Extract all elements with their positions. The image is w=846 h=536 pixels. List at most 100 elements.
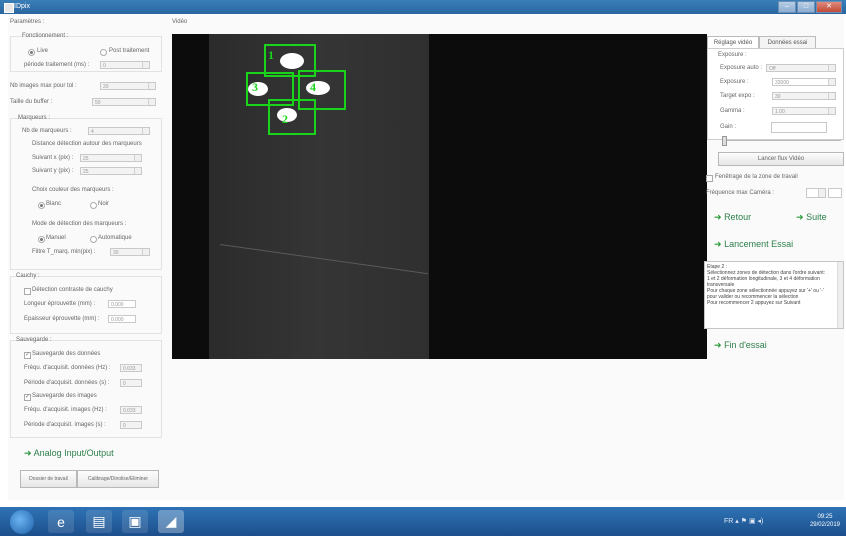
- gain-input[interactable]: [771, 122, 827, 133]
- video-view[interactable]: 1 2 3 4: [172, 34, 707, 359]
- marker-number: 1: [268, 48, 274, 62]
- ie-icon[interactable]: e: [48, 510, 74, 533]
- app-taskbar-icon[interactable]: ◢: [158, 510, 184, 533]
- distance-heading: Distance détection autour des marqueurs: [32, 141, 142, 147]
- marker-number: 4: [310, 80, 316, 94]
- tray-icons: FR ▴ ⚑ ▣ ◂): [724, 518, 764, 525]
- target-expo-label: Target expo :: [720, 93, 755, 99]
- fin-essai-button[interactable]: ➜ Fin d'essai: [714, 340, 767, 351]
- frequence-input-2[interactable]: [828, 188, 842, 198]
- window-title: IDpix: [14, 3, 30, 10]
- radio-live[interactable]: [28, 49, 35, 56]
- analog-io-link[interactable]: ➜ Analog Input/Output: [24, 448, 114, 459]
- radio-post-label: Post traitement: [109, 48, 150, 54]
- marqueurs-heading: Marqueurs :: [18, 115, 51, 121]
- suivant-x-input[interactable]: 25: [80, 154, 142, 162]
- target-expo-input[interactable]: 30: [772, 92, 836, 100]
- lancer-flux-video-button[interactable]: Lancer flux Vidéo: [718, 152, 844, 166]
- frequence-input[interactable]: [806, 188, 826, 198]
- green-arrow-icon: ➜: [714, 239, 722, 249]
- epaisseur-label: Epaisseur éprouvette (mm) :: [24, 316, 100, 322]
- log-scrollbar[interactable]: [837, 262, 843, 328]
- radio-post-traitement[interactable]: [100, 49, 107, 56]
- radio-manuel[interactable]: [38, 236, 45, 243]
- radio-blanc[interactable]: [38, 202, 45, 209]
- freq-images-input[interactable]: 0.033: [120, 406, 142, 414]
- longueur-input[interactable]: 0.000: [108, 300, 136, 308]
- gamma-input[interactable]: 1.00: [772, 107, 836, 115]
- save-images-label: Sauvegarde des images: [32, 393, 97, 399]
- save-donnees-label: Sauvegarde des données: [32, 351, 101, 357]
- radio-blanc-label: Blanc: [46, 201, 62, 207]
- frequence-label: Fréquence max Caméra :: [706, 190, 775, 196]
- minimize-button[interactable]: –: [778, 1, 796, 13]
- mode-detection-heading: Mode de détection des marqueurs :: [32, 221, 127, 227]
- dossier-travail-button[interactable]: Dossier de travail: [20, 470, 77, 488]
- lancement-essai-button[interactable]: ➜ Lancement Essai: [714, 239, 793, 250]
- video-label: Vidéo: [172, 19, 188, 25]
- periode-label: période traitement (ms) :: [24, 62, 90, 68]
- taille-buffer-input[interactable]: 50: [92, 98, 156, 106]
- cauchy-checkbox[interactable]: [24, 288, 31, 295]
- periode-donnees-input[interactable]: 0: [120, 379, 142, 387]
- cauchy-heading: Cauchy :: [16, 273, 40, 279]
- longueur-label: Longeur éprouvette (mm) :: [24, 301, 96, 307]
- filtre-input[interactable]: 30: [110, 248, 150, 256]
- fenetrage-label: Fenêtrage de la zone de travail: [715, 174, 798, 180]
- radio-automatique[interactable]: [90, 236, 97, 243]
- save-donnees-checkbox[interactable]: [24, 351, 31, 359]
- calibrage-button[interactable]: Calibrage/Dinolise/Eliminer: [77, 470, 159, 488]
- marker-number: 3: [252, 80, 258, 94]
- media-icon[interactable]: ▣: [122, 510, 148, 533]
- freq-donnees-label: Fréqu. d'acquisit. données (Hz) :: [24, 365, 111, 371]
- cauchy-check-label: Détection contraste de cauchy: [32, 287, 113, 293]
- exposure-auto-select[interactable]: Off: [766, 64, 836, 72]
- green-arrow-icon: ➜: [714, 340, 722, 350]
- nb-marqueurs-label: Nb de marqueurs :: [22, 128, 72, 134]
- instructions-text: Etape 2 : Sélectionnez zones de détectio…: [707, 264, 825, 306]
- nb-images-input[interactable]: 20: [100, 82, 156, 90]
- app-window: Paramètres : Fonctionnement : Live Post …: [8, 14, 844, 500]
- taille-buffer-label: Taille du buffer :: [10, 99, 53, 105]
- close-button[interactable]: ✕: [816, 1, 842, 13]
- green-arrow-icon: ➜: [24, 448, 32, 458]
- nb-marqueurs-input[interactable]: 4: [88, 127, 150, 135]
- radio-noir[interactable]: [90, 202, 97, 209]
- gamma-label: Gamma :: [720, 108, 745, 114]
- clock[interactable]: 09:25 29/02/2019: [810, 513, 840, 529]
- start-button[interactable]: [10, 510, 34, 534]
- exposure-input[interactable]: 33000: [772, 78, 836, 86]
- retour-button[interactable]: ➜ Retour: [714, 212, 751, 223]
- freq-images-label: Fréqu. d'acquisit. images (Hz) :: [24, 407, 107, 413]
- folder-icon[interactable]: ▤: [86, 510, 112, 533]
- green-arrow-icon: ➜: [714, 212, 722, 222]
- fonctionnement-heading: Fonctionnement :: [22, 33, 69, 39]
- freq-donnees-input[interactable]: 0.033: [120, 364, 142, 372]
- gain-label: Gain :: [720, 124, 737, 130]
- maximize-button[interactable]: □: [797, 1, 815, 13]
- exposure-label: Exposure :: [720, 79, 749, 85]
- chevron-down-icon: [828, 65, 835, 71]
- suite-button[interactable]: ➜ Suite: [796, 212, 827, 223]
- save-images-checkbox[interactable]: [24, 393, 31, 401]
- suivant-x-label: Suivant x (pix) :: [32, 155, 74, 161]
- sauvegarde-heading: Sauvegarde :: [16, 337, 52, 343]
- gain-slider-track[interactable]: [723, 140, 841, 141]
- exposure-heading: Exposure :: [718, 52, 747, 58]
- filtre-label: Filtre T_marq. min(pix) :: [32, 249, 96, 255]
- green-arrow-icon: ➜: [796, 212, 804, 222]
- periode-images-label: Période d'acquisit. images (s) :: [24, 422, 106, 428]
- periode-images-input[interactable]: 0: [120, 421, 142, 429]
- lang-indicator[interactable]: FR: [724, 518, 733, 525]
- suivant-y-input[interactable]: 25: [80, 167, 142, 175]
- periode-donnees-label: Période d'acquisit. données (s) :: [24, 380, 110, 386]
- instructions-log[interactable]: Etape 2 : Sélectionnez zones de détectio…: [704, 261, 844, 329]
- nb-images-label: Nb images max pour tol :: [10, 83, 77, 89]
- radio-live-label: Live: [37, 48, 49, 54]
- fenetrage-checkbox[interactable]: [706, 175, 713, 182]
- epaisseur-input[interactable]: 0.000: [108, 315, 136, 323]
- gain-slider-handle[interactable]: [722, 136, 727, 146]
- periode-input[interactable]: 0: [100, 61, 150, 69]
- title-bar: IDpix – □ ✕: [0, 0, 846, 14]
- marker-box-2[interactable]: [268, 99, 316, 135]
